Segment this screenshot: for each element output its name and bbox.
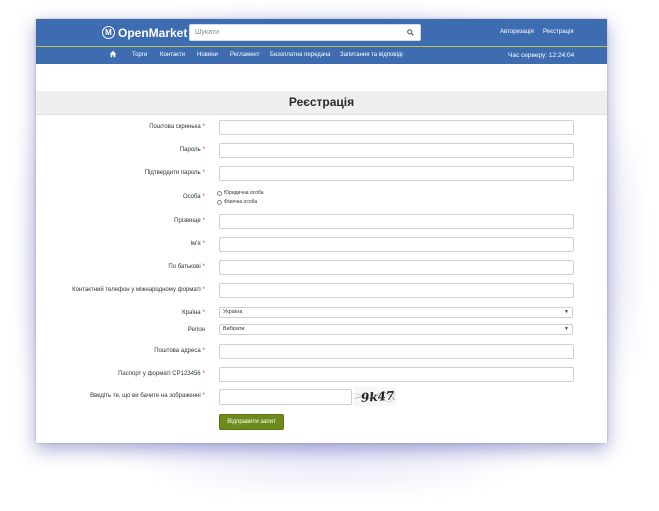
required-mark: *: [202, 264, 205, 270]
name-label: Ім'я *: [190, 241, 205, 247]
title-band: Реєстрація: [36, 91, 607, 115]
person-label: Особа *: [182, 194, 205, 200]
radio-legal-entity[interactable]: Юридична особа: [217, 190, 264, 196]
radio-button[interactable]: [217, 190, 222, 196]
required-mark: *: [202, 124, 205, 130]
required-mark: *: [202, 218, 205, 224]
password-label: Пароль *: [179, 147, 205, 153]
logo-text: OpenMarket: [118, 25, 188, 40]
passport-label: Паспорт у форматі СР123456 *: [118, 371, 205, 377]
confirm-password-field[interactable]: [219, 166, 574, 181]
nav-item-news[interactable]: Новини: [197, 52, 218, 58]
required-mark: *: [202, 287, 205, 293]
nav-item-free-transfer[interactable]: Безоплатна передача: [270, 52, 330, 58]
logo-mark-icon: M: [102, 26, 115, 39]
server-time: Час серверу: 12:24:04: [508, 52, 575, 59]
password-field[interactable]: [219, 143, 574, 158]
required-mark: *: [202, 371, 205, 377]
logo[interactable]: M OpenMarket: [102, 24, 187, 41]
country-select-value: Україна: [223, 309, 243, 315]
email-label: Поштова скринька *: [149, 124, 205, 130]
required-mark: *: [202, 348, 205, 354]
surname-label: Прізвище *: [174, 218, 205, 224]
passport-field[interactable]: [219, 367, 574, 382]
patronymic-label: По батькові *: [168, 264, 205, 270]
required-mark: *: [202, 170, 205, 176]
search-button[interactable]: [400, 24, 421, 41]
captcha-image: 9k47: [354, 387, 396, 406]
required-mark: *: [202, 194, 205, 200]
search-input[interactable]: Шукати: [189, 24, 421, 41]
chevron-down-icon: ▼: [564, 326, 569, 332]
nav-item-contacts[interactable]: Контакти: [160, 52, 185, 58]
page-title: Реєстрація: [288, 95, 355, 109]
header-bar: M OpenMarket Шукати Авторизація Реєстрац…: [36, 19, 607, 46]
required-mark: *: [202, 393, 205, 399]
region-select-value: Вибрати: [223, 326, 245, 332]
search-icon: [407, 29, 414, 36]
browser-page: M OpenMarket Шукати Авторизація Реєстрац…: [36, 19, 607, 443]
region-select[interactable]: Вибрати ▼: [219, 324, 573, 335]
radio-legal-entity-label: Юридична особа: [224, 190, 264, 196]
region-label: Регіон: [187, 327, 205, 333]
required-mark: *: [202, 241, 205, 247]
nav-item-faq[interactable]: Запитання та відповіді: [340, 52, 403, 58]
required-mark: *: [202, 310, 205, 316]
postal-address-label: Поштова адреса *: [154, 348, 205, 354]
email-field[interactable]: [219, 120, 574, 135]
phone-label: Контактний телефон у міжнародному формат…: [72, 287, 205, 293]
captcha-field[interactable]: [219, 389, 352, 405]
required-mark: *: [202, 147, 205, 153]
radio-individual-label: Фізична особа: [224, 199, 258, 205]
radio-individual[interactable]: Фізична особа: [217, 199, 257, 205]
phone-field[interactable]: [219, 283, 574, 298]
captcha-text: 9k47: [361, 389, 396, 405]
nav-item-auctions[interactable]: Торги: [132, 52, 147, 58]
country-select[interactable]: Україна ▼: [219, 307, 573, 318]
home-icon[interactable]: [109, 50, 117, 58]
confirm-password-label: Підтвердити пароль *: [144, 170, 205, 176]
postal-address-field[interactable]: [219, 344, 574, 359]
submit-request-button[interactable]: Відправити запит: [219, 414, 284, 430]
country-label: Країна *: [182, 310, 205, 316]
nav-item-regulations[interactable]: Регламент: [230, 52, 260, 58]
radio-button[interactable]: [217, 199, 222, 205]
name-field[interactable]: [219, 237, 574, 252]
login-link[interactable]: Авторизація: [500, 29, 534, 35]
chevron-down-icon: ▼: [564, 309, 569, 315]
surname-field[interactable]: [219, 214, 574, 229]
captcha-label: Введіть те, що ви бачите на зображенні *: [90, 393, 205, 399]
main-nav: Торги Контакти Новини Регламент Безоплат…: [36, 46, 607, 64]
patronymic-field[interactable]: [219, 260, 574, 275]
register-link[interactable]: Реєстрація: [543, 29, 574, 35]
